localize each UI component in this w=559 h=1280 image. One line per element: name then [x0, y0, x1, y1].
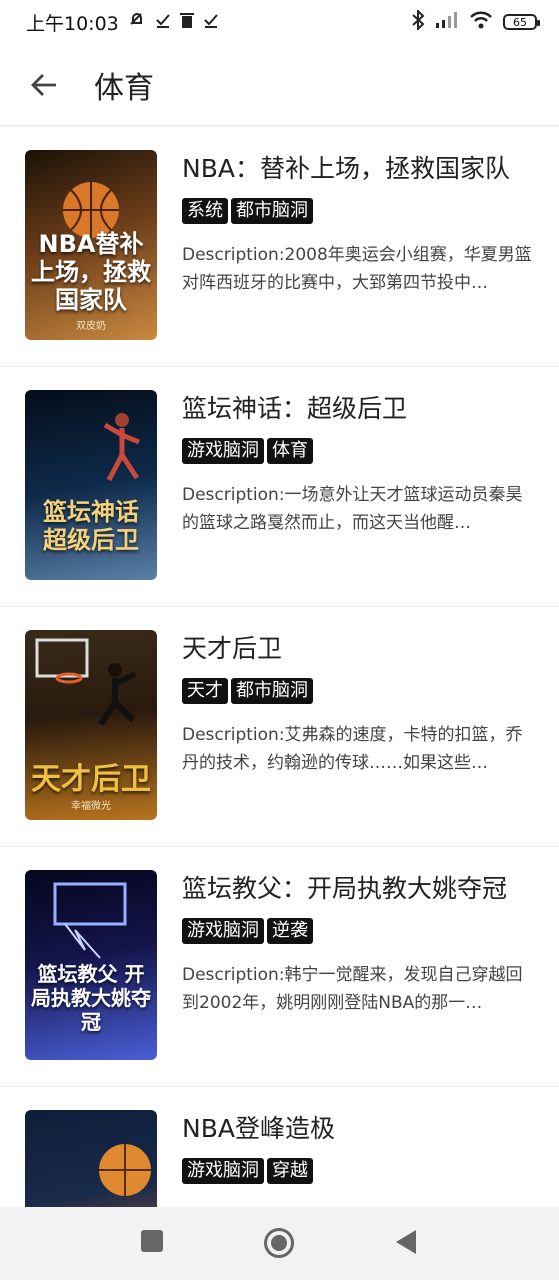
book-cover: NBA替补上场，拯救国家队 双皮奶	[25, 150, 157, 340]
tag: 天才	[182, 678, 228, 704]
book-title: NBA：替补上场，拯救国家队	[182, 154, 510, 183]
tag: 都市脑洞	[231, 198, 313, 224]
book-list-item[interactable]: 篮坛神话 超级后卫 篮坛神话：超级后卫 游戏脑洞 体育 Description:…	[0, 367, 559, 607]
book-list[interactable]: NBA替补上场，拯救国家队 双皮奶 NBA：替补上场，拯救国家队 系统 都市脑洞…	[0, 127, 559, 1207]
cover-author: 双皮奶	[76, 321, 106, 332]
book-description: Description:2008年奥运会小组赛，华夏男篮对阵西班牙的比赛中，大郅…	[182, 245, 532, 293]
lightning-hoop-icon	[53, 882, 127, 959]
signal-icon	[435, 11, 459, 34]
book-description: Description:艾弗森的速度，卡特的扣篮，乔丹的技术，约翰逊的传球……如…	[182, 725, 523, 773]
tag: 都市脑洞	[231, 678, 313, 704]
cover-title: 篮坛教父 开局执教大姚夺冠	[31, 962, 151, 1034]
book-cover: 篮坛神话 超级后卫	[25, 390, 157, 580]
page-title: 体育	[94, 70, 154, 106]
status-time: 上午10:03	[26, 12, 119, 35]
arrow-left-icon	[31, 73, 56, 96]
home-button[interactable]	[263, 1227, 295, 1263]
recents-button[interactable]	[140, 1229, 164, 1257]
book-title: NBA登峰造极	[182, 1114, 335, 1143]
battery-icon: 65	[503, 14, 540, 30]
player-icon	[103, 413, 140, 482]
mute-icon	[127, 10, 147, 35]
tag: 体育	[267, 438, 313, 464]
wifi-icon	[469, 11, 493, 34]
system-nav-bar	[0, 1207, 559, 1280]
cover-title: 天才后卫	[31, 762, 151, 797]
tag: 逆袭	[267, 918, 313, 944]
book-title: 天才后卫	[182, 634, 283, 663]
tag: 游戏脑洞	[182, 1158, 264, 1184]
status-bar: 上午10:03 65	[0, 0, 559, 44]
bluetooth-icon	[411, 8, 425, 35]
status-left: 上午10:03	[26, 9, 219, 36]
book-description: Description:韩宁一觉醒来，发现自己穿越回到2002年，姚明刚刚登陆N…	[182, 965, 523, 1013]
triangle-back-icon	[396, 1230, 416, 1254]
cover-title: NBA替补上场，拯救国家队	[31, 230, 151, 314]
basketball-icon	[99, 1144, 151, 1196]
tag: 系统	[182, 198, 228, 224]
book-list-item[interactable]: NBA替补上场，拯救国家队 双皮奶 NBA：替补上场，拯救国家队 系统 都市脑洞…	[0, 127, 559, 367]
book-title: 篮坛教父：开局执教大姚夺冠	[182, 874, 508, 903]
app-bar: 体育	[0, 44, 559, 126]
square-icon	[141, 1230, 163, 1252]
book-cover: 天才后卫 幸福微光	[25, 630, 157, 820]
book-list-item[interactable]: 天才后卫 幸福微光 天才后卫 天才 都市脑洞 Description:艾弗森的速…	[0, 607, 559, 847]
back-nav-button[interactable]	[394, 1229, 418, 1259]
book-cover	[25, 1110, 157, 1207]
tag-list: 游戏脑洞 穿越	[182, 1158, 313, 1184]
player-icon	[98, 663, 137, 726]
tag: 游戏脑洞	[182, 918, 264, 944]
book-title: 篮坛神话：超级后卫	[182, 394, 408, 423]
cover-author: 幸福微光	[71, 801, 111, 812]
cover-title: 篮坛神话 超级后卫	[43, 498, 139, 554]
book-list-item[interactable]: NBA登峰造极 游戏脑洞 穿越	[0, 1087, 559, 1207]
tag: 游戏脑洞	[182, 438, 264, 464]
back-button[interactable]	[14, 55, 74, 115]
check-icon	[155, 11, 171, 33]
circle-icon	[264, 1228, 294, 1258]
tag-list: 游戏脑洞 逆袭	[182, 918, 313, 944]
status-right: 65	[411, 8, 540, 35]
tag: 穿越	[267, 1158, 313, 1184]
trash-icon	[179, 11, 195, 34]
book-list-item[interactable]: 篮坛教父 开局执教大姚夺冠 篮坛教父：开局执教大姚夺冠 游戏脑洞 逆袭 Desc…	[0, 847, 559, 1087]
book-cover: 篮坛教父 开局执教大姚夺冠	[25, 870, 157, 1060]
book-description: Description:一场意外让天才篮球运动员秦昊的篮球之路戛然而止，而这天当…	[182, 485, 523, 533]
check-icon	[203, 11, 219, 33]
tag-list: 系统 都市脑洞	[182, 198, 313, 224]
tag-list: 游戏脑洞 体育	[182, 438, 313, 464]
tag-list: 天才 都市脑洞	[182, 678, 313, 704]
